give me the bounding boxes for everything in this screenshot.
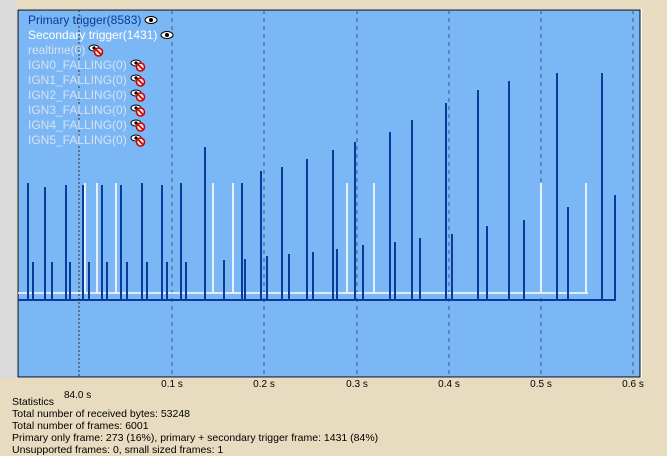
eye-icon[interactable]	[144, 15, 158, 25]
time-axis-tick-label: 0.3 s	[346, 379, 368, 390]
legend-item-realtime[interactable]: realtime(0)	[28, 43, 104, 57]
time-axis-tick-label: 0.4 s	[438, 379, 460, 390]
legend-item-ign3-falling[interactable]: IGN3_FALLING(0)	[28, 103, 146, 117]
legend-label: IGN1_FALLING(0)	[28, 73, 127, 87]
time-axis-tick-label: 0.6 s	[622, 379, 644, 390]
legend-item-ign4-falling[interactable]: IGN4_FALLING(0)	[28, 118, 146, 132]
legend-label: Primary trigger(8583)	[28, 13, 142, 27]
legend-label: IGN3_FALLING(0)	[28, 103, 127, 117]
hidden-eye-icon[interactable]	[130, 88, 146, 102]
time-axis-tick-label: 0.1 s	[161, 379, 183, 390]
left-panel-edge	[0, 0, 17, 378]
hidden-eye-icon[interactable]	[130, 133, 146, 147]
statistics-line: Total number of received bytes: 53248	[12, 408, 191, 420]
legend-label: Secondary trigger(1431)	[28, 28, 158, 42]
statistics-line: Primary only frame: 273 (16%), primary +…	[12, 432, 379, 444]
legend-item-ign1-falling[interactable]: IGN1_FALLING(0)	[28, 73, 146, 87]
hidden-eye-icon[interactable]	[130, 103, 146, 117]
legend-item-secondary-trigger[interactable]: Secondary trigger(1431)	[28, 28, 174, 42]
legend-label: IGN0_FALLING(0)	[28, 58, 127, 72]
time-axis-tick-label: 0.2 s	[253, 379, 275, 390]
eye-icon[interactable]	[160, 30, 174, 40]
legend-item-ign2-falling[interactable]: IGN2_FALLING(0)	[28, 88, 146, 102]
legend-label: realtime(0)	[28, 43, 86, 57]
legend-item-ign5-falling[interactable]: IGN5_FALLING(0)	[28, 133, 146, 147]
hidden-eye-icon[interactable]	[130, 73, 146, 87]
statistics-panel: Statistics Total number of received byte…	[12, 396, 378, 456]
hidden-eye-icon[interactable]	[130, 118, 146, 132]
legend-item-ign0-falling[interactable]: IGN0_FALLING(0)	[28, 58, 146, 72]
statistics-title: Statistics	[12, 396, 55, 408]
statistics-line: Unsupported frames: 0, small sized frame…	[12, 444, 224, 456]
legend-item-primary-trigger[interactable]: Primary trigger(8583)	[28, 13, 158, 27]
time-axis-tick-label: 0.5 s	[530, 379, 552, 390]
legend-label: IGN4_FALLING(0)	[28, 118, 127, 132]
legend-label: IGN5_FALLING(0)	[28, 133, 127, 147]
legend-label: IGN2_FALLING(0)	[28, 88, 127, 102]
statistics-line: Total number of frames: 6001	[12, 420, 149, 432]
hidden-eye-icon[interactable]	[130, 58, 146, 72]
hidden-eye-icon[interactable]	[88, 43, 104, 57]
